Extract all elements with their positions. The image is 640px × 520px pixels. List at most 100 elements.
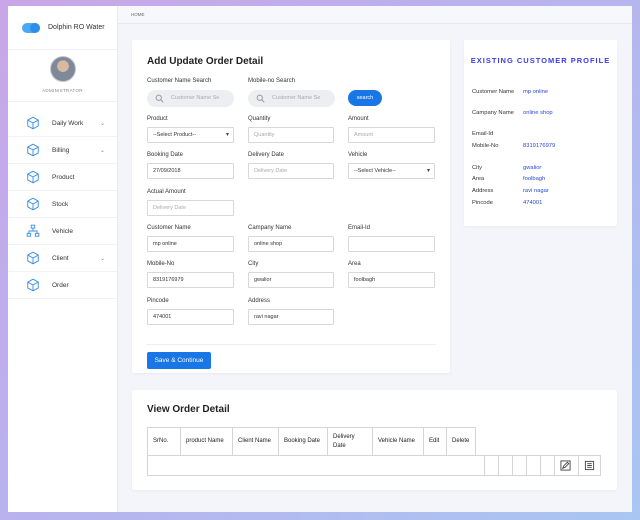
profile-value: gwalior xyxy=(523,165,542,171)
pincode-input[interactable]: 474001 xyxy=(147,309,234,325)
table-cell xyxy=(578,456,579,475)
vehicle-select[interactable]: --Select Vehicle-- xyxy=(348,163,435,179)
chevron-down-icon: ⌄ xyxy=(99,120,105,127)
actual-amount-label: Actual Amount xyxy=(147,189,186,195)
order-table: SrNo. product Name Client Name Booking D… xyxy=(147,427,476,456)
email-input[interactable] xyxy=(348,236,435,252)
profile-value: mp online xyxy=(523,89,549,95)
amount-label: Amount xyxy=(348,116,369,122)
address-label: Address xyxy=(248,298,271,304)
column-header: Delete xyxy=(446,427,476,456)
column-header: Client Name xyxy=(232,427,279,456)
profile-label: Customer Name xyxy=(472,89,515,95)
sidebar-item-vehicle[interactable]: Vehicle xyxy=(8,218,117,245)
profile-value: online shop xyxy=(523,110,553,116)
edit-icon[interactable] xyxy=(560,460,571,471)
address-input[interactable]: ravi nagar xyxy=(248,309,334,325)
booking-date-input[interactable]: 27/09/2018 xyxy=(147,163,234,179)
email-label: Email-Id xyxy=(348,225,371,231)
table-header-row: SrNo. product Name Client Name Booking D… xyxy=(147,427,476,456)
vehicle-label: Vehicle xyxy=(348,152,368,158)
delivery-date-label: Delivery Date xyxy=(248,152,285,158)
quantity-input[interactable]: Quantity xyxy=(248,127,334,143)
chevron-down-icon: ⌄ xyxy=(99,255,105,262)
cube-icon xyxy=(27,170,39,184)
hierarchy-icon xyxy=(26,224,40,237)
breadcrumb: HOME xyxy=(118,6,632,24)
customer-search-input[interactable]: Customer Name Se xyxy=(147,90,234,107)
user-profile: ADMINISTRATOR xyxy=(8,50,117,102)
column-header: Delivery Date xyxy=(327,427,373,456)
existing-customer-title: EXISTING CUSTOMER PROFILE xyxy=(470,56,611,65)
cube-icon xyxy=(27,251,39,265)
sidebar-item-client[interactable]: Client ⌄ xyxy=(8,245,117,272)
column-header: Booking Date xyxy=(278,427,328,456)
delete-icon[interactable] xyxy=(584,460,595,471)
delivery-date-input[interactable]: Delivery Date xyxy=(248,163,334,179)
brand-name: Dolphin RO Water xyxy=(48,24,105,31)
table-cell xyxy=(498,456,499,475)
avatar[interactable] xyxy=(49,56,76,82)
sidebar-item-order[interactable]: Order xyxy=(8,272,117,299)
search-button[interactable]: search xyxy=(348,90,382,106)
profile-label: Email-Id xyxy=(472,131,494,137)
profile-label: Pincode xyxy=(472,200,493,206)
sidebar-item-label: Client xyxy=(52,254,69,262)
pincode-label: Pincode xyxy=(147,298,169,304)
profile-value: 8319176979 xyxy=(523,143,556,149)
actual-amount-input[interactable]: Delivery Date xyxy=(147,200,234,216)
sidebar-item-label: Vehicle xyxy=(52,227,73,235)
booking-date-label: Booking Date xyxy=(147,152,184,158)
customer-search-label: Customer Name Search xyxy=(147,78,212,84)
city-label: City xyxy=(248,261,259,267)
cube-icon xyxy=(27,278,39,292)
sidebar-item-label: Billing xyxy=(52,146,70,154)
company-name-label: Campany Name xyxy=(248,225,292,231)
table-cell xyxy=(554,456,555,475)
customer-name-label: Customer Name xyxy=(147,225,191,231)
order-table-title: View Order Detail xyxy=(147,404,230,415)
mobile-search-label: Mobile-no Search xyxy=(248,78,296,84)
profile-label: Campany Name xyxy=(472,110,514,116)
profile-value: foolbagh xyxy=(523,176,546,182)
cube-icon xyxy=(27,116,39,130)
chevron-down-icon: ⌄ xyxy=(99,147,105,154)
sidebar-item-stock[interactable]: Stock xyxy=(8,191,117,218)
city-input[interactable]: gwalior xyxy=(248,272,334,288)
app-window: Dolphin RO Water ADMINISTRATOR Daily Wor… xyxy=(8,6,632,512)
profile-label: City xyxy=(472,165,482,171)
form-divider xyxy=(146,344,436,345)
profile-label: Area xyxy=(472,176,485,182)
amount-input[interactable]: Amount xyxy=(348,127,435,143)
column-header: Vehicle Name xyxy=(372,427,424,456)
customer-name-input[interactable]: mp online xyxy=(147,236,234,252)
company-name-input[interactable]: online shop xyxy=(248,236,334,252)
table-row xyxy=(147,455,601,476)
column-header: Edit xyxy=(423,427,447,456)
sidebar-nav: Daily Work ⌄ Billing ⌄ Product Stock Veh… xyxy=(8,102,117,299)
mobile-search-input[interactable]: Customer Name Se xyxy=(248,90,335,107)
table-cell xyxy=(512,456,513,475)
existing-customer-card: EXISTING CUSTOMER PROFILE Customer Name … xyxy=(464,40,617,226)
sidebar-item-product[interactable]: Product xyxy=(8,164,117,191)
column-header: SrNo. xyxy=(147,427,181,456)
save-continue-button[interactable]: Save & Continue xyxy=(147,352,211,369)
order-table-card: View Order Detail SrNo. product Name Cli… xyxy=(132,390,617,490)
sidebar-item-label: Stock xyxy=(52,200,69,208)
product-select[interactable]: --Select Product-- xyxy=(147,127,234,143)
profile-label: Address xyxy=(472,188,494,194)
sidebar-toggle[interactable] xyxy=(22,22,40,33)
user-role: ADMINISTRATOR xyxy=(42,88,83,93)
sidebar-item-billing[interactable]: Billing ⌄ xyxy=(8,137,117,164)
search-icon xyxy=(155,94,164,103)
order-form-card: Add Update Order Detail Customer Name Se… xyxy=(132,40,450,373)
quantity-label: Quantity xyxy=(248,116,271,122)
breadcrumb-home[interactable]: HOME xyxy=(131,12,145,17)
mobile-input[interactable]: 8319176979 xyxy=(147,272,234,288)
brand: Dolphin RO Water xyxy=(8,6,117,50)
sidebar-item-label: Daily Work xyxy=(52,119,84,127)
area-label: Area xyxy=(348,261,361,267)
product-label: Product xyxy=(147,116,168,122)
area-input[interactable]: foolbagh xyxy=(348,272,435,288)
sidebar-item-daily-work[interactable]: Daily Work ⌄ xyxy=(8,110,117,137)
